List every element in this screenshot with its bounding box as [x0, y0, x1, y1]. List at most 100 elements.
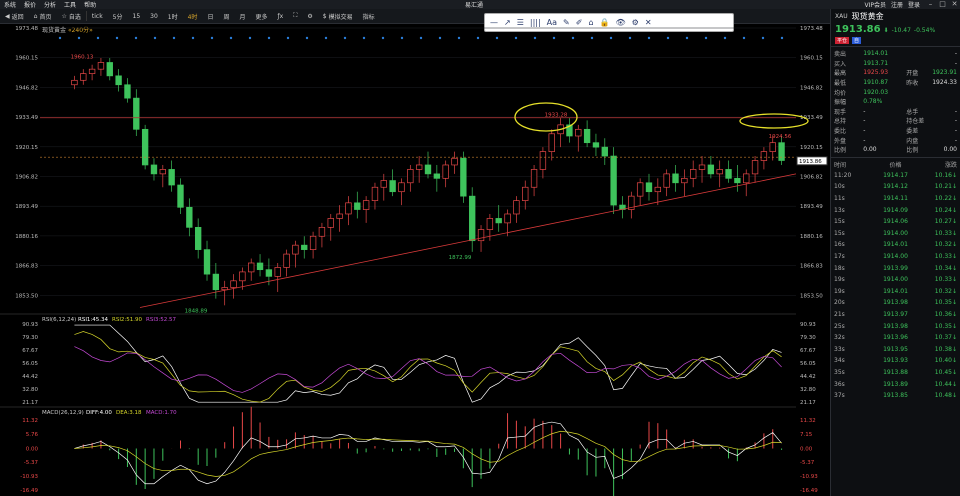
candle-body [292, 244, 299, 255]
right-axis-label: 1853.50 [800, 293, 823, 299]
event-dot [514, 36, 518, 40]
quote-row-label: 委比 [834, 128, 847, 136]
event-dot [780, 36, 784, 40]
candle-body [451, 157, 458, 166]
trade-row: 15s 1914.00 10.33↓ [831, 228, 960, 240]
left-axis-label: 1933.49 [15, 115, 38, 121]
quote-row-value2: 1923.91 [932, 69, 957, 77]
event-dot [552, 36, 556, 40]
quote-row-label2: 昨收 [906, 80, 919, 88]
quote-row-value2: - [954, 59, 957, 67]
trade-price: 1913.88 [883, 368, 908, 376]
quote-row-value: - [863, 107, 866, 115]
trade-price: 1913.99 [883, 264, 908, 272]
quote-row-value: - [863, 117, 866, 125]
quote-row-value2: - [954, 136, 957, 144]
trade-price: 1914.00 [883, 229, 908, 237]
trade-price: 1914.06 [883, 218, 908, 226]
trade-time: 11s [834, 195, 845, 203]
quote-row: 现手 - 总手 - [831, 107, 960, 117]
right-axis-label: 1880.16 [800, 234, 823, 240]
event-dot [457, 36, 461, 40]
candle-body [265, 269, 273, 277]
quote-row: 外盘 - 内盘 - [831, 135, 960, 145]
price-change-pct: -0.54% [913, 27, 936, 34]
event-dot [628, 36, 632, 40]
candle-body [88, 68, 96, 74]
trade-change: 10.33↓ [934, 229, 957, 237]
macd-label: MACD(26,12,9) [42, 410, 84, 416]
macd-axis-label: -16.49 [20, 488, 38, 494]
trades-col-time: 时间 [834, 162, 847, 170]
price-change: -10.47 [891, 27, 911, 34]
trade-time: 19s [834, 276, 845, 284]
trade-row: 11:20 1914.17 10.16↓ [831, 170, 960, 182]
candle-body [477, 229, 485, 242]
event-dot [153, 36, 157, 40]
trade-change: 10.27↓ [934, 218, 957, 226]
candle-body [150, 164, 158, 175]
trade-time: 16s [834, 241, 845, 249]
candle-body [336, 213, 343, 219]
trades-list: 11:20 1914.17 10.16↓ 10s 1914.12 10.21↓ 11s 191… [831, 170, 960, 402]
candle-body [301, 244, 308, 250]
macd-axis-label: -10.93 [800, 474, 818, 480]
trade-price: 1914.12 [883, 183, 908, 191]
quote-row: 振幅 0.78% [831, 97, 960, 107]
divider [831, 156, 960, 158]
rsi-axis-label: 79.30 [22, 335, 38, 341]
trade-change: 10.48↓ [934, 392, 957, 400]
quote-row-value2: - [954, 50, 957, 58]
candle-body [80, 73, 87, 81]
left-axis-label: 1880.16 [15, 234, 38, 240]
chart-canvas[interactable]: 1973.48 1973.48 1960.15 1960.15 1946.82 1946.… [0, 0, 960, 496]
trade-row: 25s 1913.98 10.35↓ [831, 320, 960, 332]
candle-body [398, 182, 405, 193]
event-dot [77, 36, 81, 40]
divider [831, 46, 960, 47]
trade-row: 36s 1913.89 10.44↓ [831, 378, 960, 390]
rsi-axis-label: 32.80 [22, 387, 38, 393]
rsi-axis-label: 56.05 [22, 361, 38, 367]
candle-body [469, 195, 476, 242]
quote-row-label: 比例 [834, 147, 847, 155]
quote-row-value: 0.00 [863, 146, 877, 154]
trade-time: 37s [834, 392, 845, 400]
candle-body [106, 62, 113, 77]
candle-body [769, 142, 776, 152]
event-dot [134, 36, 138, 40]
candle-body [513, 200, 520, 215]
candle-body [283, 253, 290, 268]
candle-body [486, 218, 494, 230]
trade-change: 10.32↓ [934, 241, 957, 249]
trade-time: 18s [834, 264, 845, 272]
trade-row: 33s 1913.95 10.38↓ [831, 343, 960, 355]
quote-row-label2: 持仓差 [906, 118, 925, 126]
event-dot [723, 36, 727, 40]
rsi-axis-label: 90.93 [22, 322, 38, 328]
trade-row: 17s 1914.00 10.33↓ [831, 251, 960, 263]
macd-axis-label: -10.93 [20, 474, 38, 480]
quote-row: 总持 - 持仓差 - [831, 116, 960, 126]
trade-change: 10.38↓ [934, 345, 957, 353]
macd-axis-label: -5.37 [24, 460, 39, 466]
trade-price: 1913.85 [883, 392, 908, 400]
rsi2-value: RSI2:51.90 [112, 317, 143, 323]
self-badge[interactable]: 自 [852, 37, 862, 44]
quote-panel: XAU 现货黄金 1913.86 ⬇ -10.47 -0.54% 平仓 自 卖出… [830, 9, 960, 496]
quote-row-label2: 比例 [906, 147, 919, 155]
trade-time: 19s [834, 287, 845, 295]
event-dot [495, 36, 499, 40]
quote-row-value: - [863, 127, 866, 135]
badge-row: 平仓 自 [831, 37, 960, 44]
trade-row: 18s 1913.99 10.34↓ [831, 262, 960, 274]
trade-time: 20s [834, 299, 845, 307]
trade-row: 19s 1914.01 10.32↓ [831, 285, 960, 297]
trade-time: 15s [834, 218, 845, 226]
right-axis-label: 1893.49 [800, 204, 823, 210]
symbol-name: 现货黄金 [851, 12, 884, 21]
close-position-badge[interactable]: 平仓 [835, 37, 850, 44]
event-dot [381, 36, 385, 40]
candle-body [539, 151, 547, 170]
candle-body [309, 235, 317, 250]
